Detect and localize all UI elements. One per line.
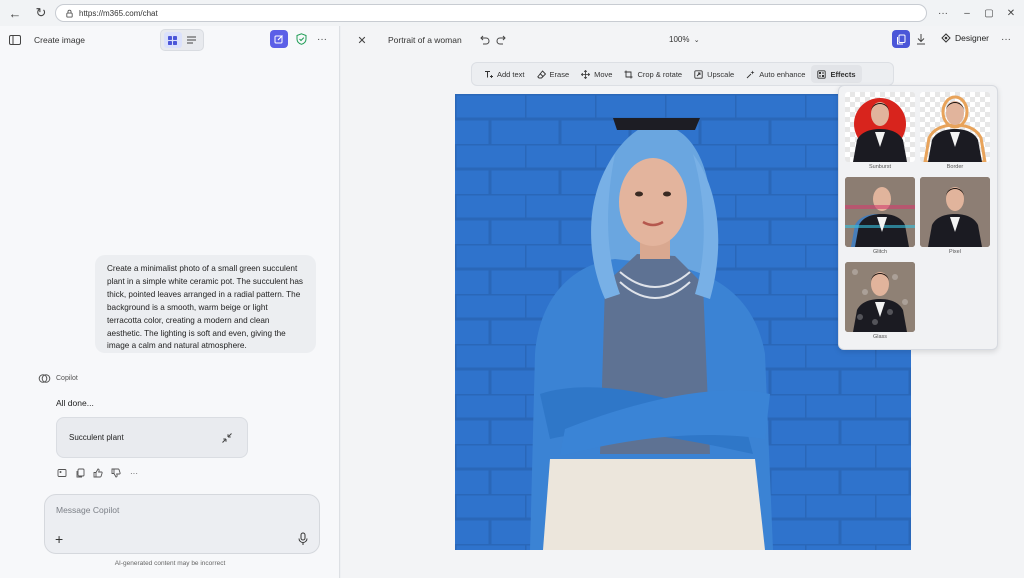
effects-icon (817, 69, 827, 79)
add-text-icon (485, 70, 493, 78)
chat-pane: Create image ··· Create a minimalist pho… (0, 26, 340, 578)
edit-image-icon[interactable] (56, 467, 68, 479)
undo-icon[interactable] (477, 33, 491, 47)
minimize-icon[interactable]: – (958, 4, 976, 22)
effect-label: Glass (872, 334, 888, 340)
user-message: Create a minimalist photo of a small gre… (95, 255, 316, 353)
result-card[interactable]: Succulent plant (56, 417, 248, 458)
copy-image-icon (897, 34, 906, 44)
tool-label: Upscale (707, 69, 735, 79)
more-actions-icon[interactable]: ··· (128, 467, 140, 479)
effect-label: Pixel (949, 249, 961, 255)
assistant-status: All done... (56, 398, 94, 408)
add-attachment-icon[interactable]: + (55, 532, 67, 546)
tool-label: Add text (497, 69, 525, 79)
effect-glass[interactable]: Glass (845, 262, 915, 340)
list-view-button[interactable] (183, 32, 201, 48)
refresh-icon[interactable]: ↻ (30, 2, 52, 24)
composer: + (44, 494, 320, 554)
protection-button[interactable] (293, 31, 309, 47)
effect-thumbnail (845, 177, 915, 247)
copy-icon[interactable] (74, 467, 86, 479)
crop-icon (624, 70, 633, 78)
compose-icon (274, 35, 283, 44)
tool-label: Auto enhance (759, 69, 806, 79)
tool-crop-rotate[interactable]: Crop & rotate (618, 65, 688, 83)
tool-label: Effects (830, 69, 856, 79)
shield-check-icon (296, 33, 306, 45)
move-icon (581, 69, 591, 79)
sparkle-icon (746, 70, 755, 78)
tool-label: Move (594, 69, 613, 79)
image-editor-pane: ✕ Portrait of a woman 100% ⌄ Designer ··… (341, 26, 1024, 578)
effect-label: Sunburst (868, 164, 891, 170)
message-actions: ··· (56, 467, 146, 479)
tool-effects[interactable]: Effects (811, 65, 862, 83)
pane-title: Create image (34, 35, 86, 45)
close-window-icon[interactable]: ✕ (1002, 4, 1020, 22)
zoom-level: 100% (669, 35, 690, 44)
result-card-label: Succulent plant (69, 433, 124, 442)
thumbs-down-icon[interactable] (110, 467, 122, 479)
designer-icon (941, 33, 951, 43)
more-options-icon[interactable]: ··· (314, 31, 330, 47)
effect-sunburst[interactable]: Sunburst (845, 92, 915, 170)
zoom-dropdown[interactable]: 100% ⌄ (669, 35, 700, 44)
grid-view-button[interactable] (163, 32, 182, 48)
download-icon[interactable] (914, 32, 928, 46)
address-bar[interactable]: https://m365.com/chat (55, 4, 927, 22)
effect-pixel[interactable]: Pixel (920, 177, 990, 255)
new-chat-button[interactable] (270, 30, 288, 48)
assistant-name: Copilot (56, 375, 78, 382)
document-title: Portrait of a woman (388, 35, 462, 45)
tool-move[interactable]: Move (575, 65, 618, 83)
list-icon (187, 36, 196, 44)
effect-label: Border (946, 164, 964, 170)
designer-button[interactable]: Designer (941, 33, 989, 43)
tool-upscale[interactable]: Upscale (688, 65, 740, 83)
redo-icon[interactable] (495, 33, 509, 47)
tool-label: Erase (549, 69, 570, 79)
tool-add-text[interactable]: Add text (478, 65, 531, 83)
effects-panel: Sunburst Border Glitch Pixel Glass (838, 85, 998, 350)
view-switcher (160, 29, 204, 51)
browser-menu-button[interactable]: ··· (934, 4, 952, 22)
copilot-logo-icon (38, 374, 51, 383)
lock-icon (64, 8, 74, 18)
url-text: https://m365.com/chat (79, 8, 158, 18)
assistant-header: Copilot (38, 372, 78, 385)
tool-label: Crop & rotate (637, 69, 683, 79)
maximize-icon[interactable]: ▢ (980, 4, 998, 22)
editor-more-icon[interactable]: ··· (999, 32, 1013, 46)
browser-chrome: ← ↻ https://m365.com/chat ··· – ▢ ✕ (0, 0, 1024, 26)
close-editor-icon[interactable]: ✕ (355, 33, 369, 47)
copy-image-button[interactable] (892, 30, 910, 48)
effect-thumbnail (920, 92, 990, 162)
thumbs-up-icon[interactable] (92, 467, 104, 479)
upscale-icon (694, 69, 703, 79)
designer-label: Designer (955, 33, 990, 43)
effect-label: Glitch (872, 249, 888, 255)
microphone-icon[interactable] (297, 532, 309, 546)
edit-toolbar: Add text Erase Move Crop & rotate Upscal… (471, 62, 894, 86)
effect-thumbnail (845, 92, 915, 162)
effect-thumbnail (920, 177, 990, 247)
sidebar-toggle-icon[interactable] (8, 33, 22, 47)
back-icon[interactable]: ← (4, 2, 26, 24)
collapse-icon[interactable] (221, 432, 233, 444)
grid-icon (168, 35, 177, 45)
effect-glitch[interactable]: Glitch (845, 177, 915, 255)
effect-thumbnail (845, 262, 915, 332)
eraser-icon (536, 69, 546, 78)
message-input[interactable] (56, 503, 276, 517)
effect-border[interactable]: Border (920, 92, 990, 170)
disclaimer: AI-generated content may be incorrect (114, 560, 226, 567)
tool-erase[interactable]: Erase (531, 65, 576, 83)
chevron-down-icon: ⌄ (693, 37, 700, 44)
tool-auto-enhance[interactable]: Auto enhance (740, 65, 811, 83)
